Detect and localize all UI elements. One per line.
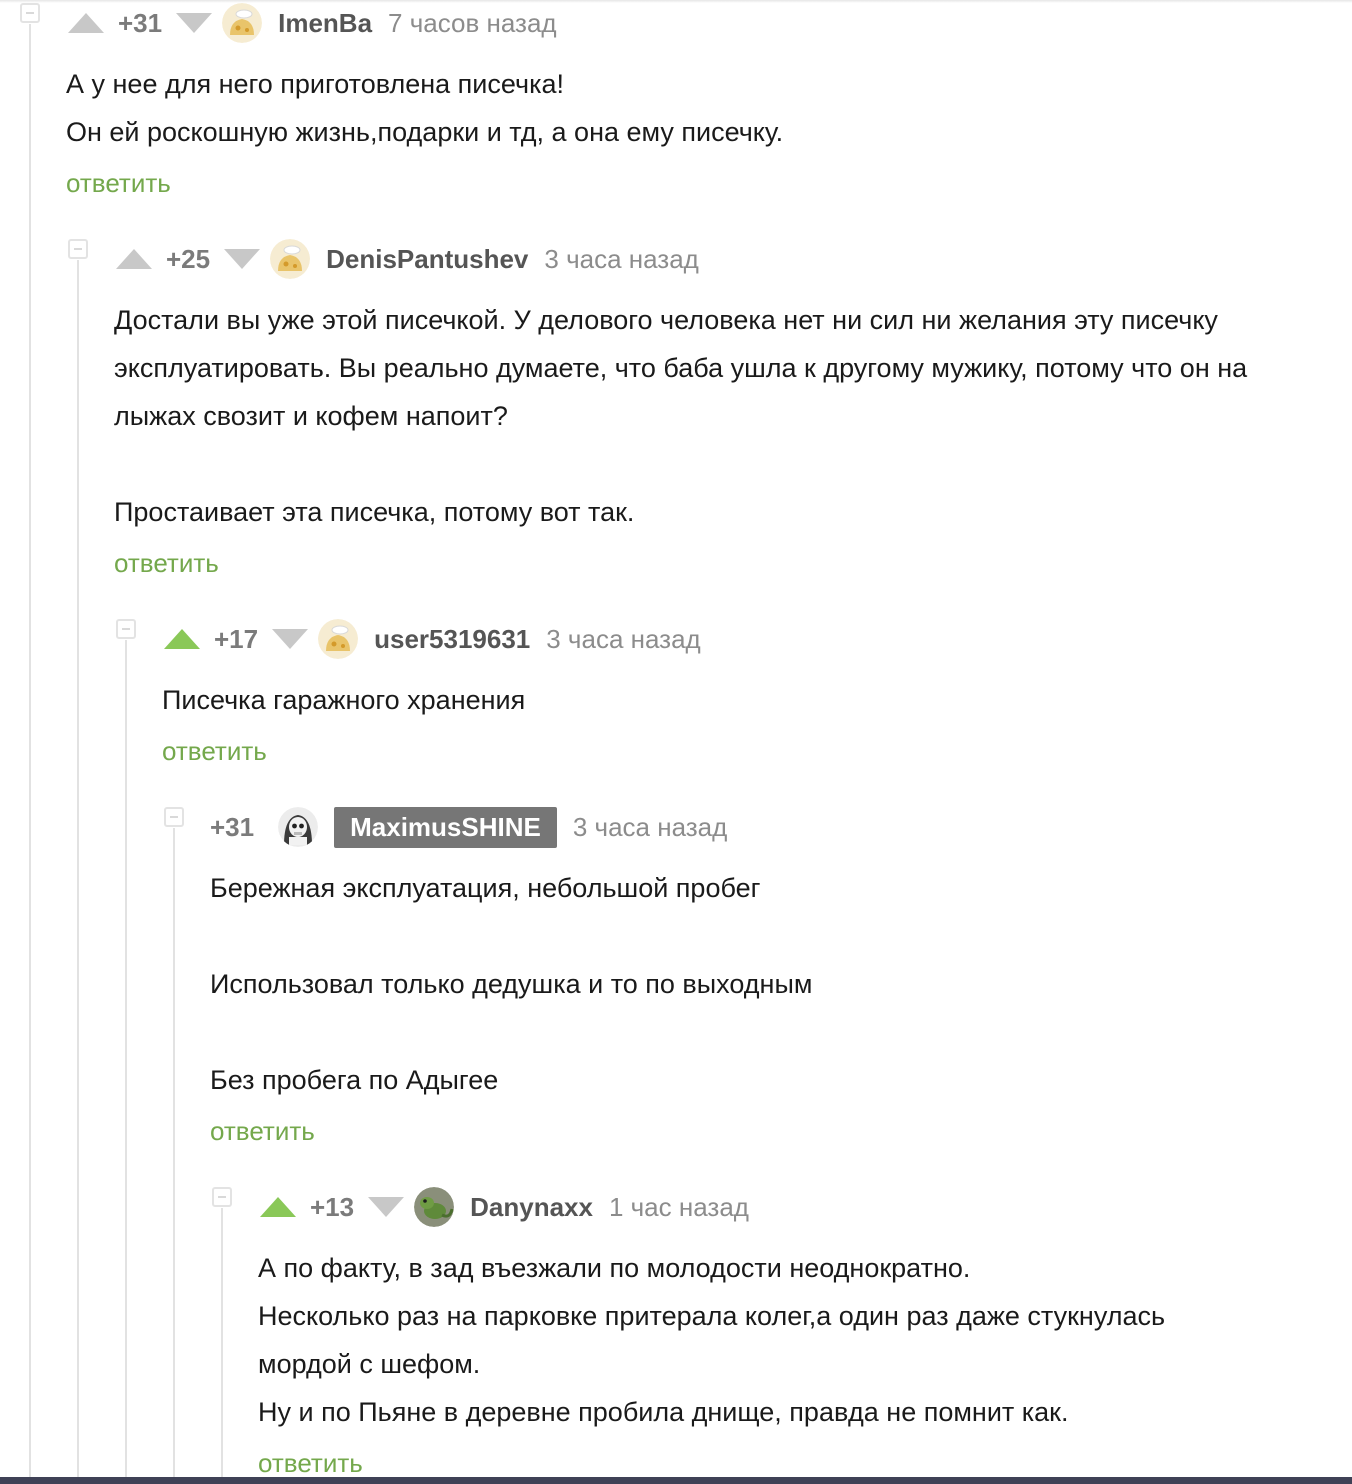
collapse-icon[interactable] bbox=[68, 239, 88, 259]
comment-line: Достали вы уже этой писечкой. У делового… bbox=[114, 305, 1218, 335]
comment-time: 3 часа назад bbox=[572, 811, 728, 842]
thread-line-level-5 bbox=[221, 1208, 223, 1477]
comment-score: +13 bbox=[310, 1191, 355, 1222]
reply-link[interactable]: ответить bbox=[114, 548, 219, 579]
comment-body: Бережная эксплуатация, небольшой пробег … bbox=[210, 864, 812, 1104]
collapse-icon[interactable] bbox=[116, 619, 136, 639]
comment-time: 1 час назад bbox=[608, 1191, 749, 1222]
comment-line: мордой с шефом. bbox=[258, 1349, 481, 1379]
comment-header: +31 MaximusSHINE 3 часа назад bbox=[196, 804, 727, 850]
collapse-icon[interactable] bbox=[164, 807, 184, 827]
downvote-arrow-icon[interactable] bbox=[176, 13, 213, 33]
comment-line: Он ей роскошную жизнь,подарки и тд, а он… bbox=[66, 117, 784, 147]
comment-line: Ну и по Пьяне в деревне пробила днище, п… bbox=[258, 1397, 1069, 1427]
collapse-icon[interactable] bbox=[20, 3, 40, 23]
comment-line: Бережная эксплуатация, небольшой пробег bbox=[210, 873, 761, 903]
comment-line: лыжах свозит и кофем напоит? bbox=[114, 401, 508, 431]
comment-author[interactable]: DenisPantushev bbox=[326, 244, 528, 275]
thread-line-level-4 bbox=[173, 828, 175, 1477]
upvote-arrow-icon[interactable] bbox=[68, 13, 104, 33]
comment-score: +17 bbox=[214, 623, 259, 654]
comment-line: эксплуатировать. Вы реально думаете, что… bbox=[114, 353, 1248, 383]
collapse-icon[interactable] bbox=[212, 1187, 232, 1207]
comment-author[interactable]: MaximusSHINE bbox=[334, 806, 557, 848]
upvote-arrow-icon[interactable] bbox=[260, 1197, 296, 1217]
downvote-arrow-icon[interactable] bbox=[368, 1197, 405, 1217]
downvote-arrow-icon[interactable] bbox=[224, 249, 261, 269]
comment-line: А у нее для него приготовлена писечка! bbox=[66, 69, 564, 99]
reply-link[interactable]: ответить bbox=[162, 736, 267, 767]
comment-line: Использовал только дедушка и то по выход… bbox=[210, 969, 813, 999]
window-bottom-edge bbox=[0, 1477, 1352, 1484]
thread-line-level-3 bbox=[125, 640, 127, 1477]
comment-line: А по факту, в зад въезжали по молодости … bbox=[258, 1253, 971, 1283]
upvote-arrow-icon[interactable] bbox=[116, 249, 152, 269]
comment-body: А у нее для него приготовлена писечка! О… bbox=[66, 60, 783, 156]
upvote-arrow-icon[interactable] bbox=[164, 629, 200, 649]
comment-line: Простаивает эта писечка, потому вот так. bbox=[114, 497, 635, 527]
comment-header: +17 user5319631 3 часа назад bbox=[164, 616, 701, 662]
comment-time: 3 часа назад bbox=[544, 243, 699, 274]
default-avatar-icon[interactable] bbox=[222, 3, 263, 43]
comment-header: +13 Danynaxx 1 час назад bbox=[260, 1184, 749, 1230]
comment-time: 3 часа назад bbox=[546, 623, 701, 654]
downvote-arrow-icon[interactable] bbox=[272, 629, 309, 649]
comment-line: Несколько раз на парковке притерала коле… bbox=[258, 1301, 1166, 1331]
reply-link[interactable]: ответить bbox=[258, 1448, 363, 1479]
comment-score: +31 bbox=[210, 811, 255, 842]
thread-line-level-1 bbox=[29, 24, 31, 1477]
comment-author[interactable]: ImenBa bbox=[278, 8, 372, 39]
reply-link[interactable]: ответить bbox=[66, 168, 171, 199]
comment-line: Без пробега по Адыгее bbox=[210, 1065, 499, 1095]
comment-header: +31 ImenBa 7 часов назад bbox=[68, 0, 557, 46]
comment-score: +25 bbox=[166, 243, 211, 274]
comment-body: Писечка гаражного хранения bbox=[162, 676, 525, 724]
thread-line-level-2 bbox=[77, 260, 79, 1477]
lizard-avatar-icon[interactable] bbox=[414, 1187, 455, 1227]
default-avatar-icon[interactable] bbox=[318, 619, 359, 659]
default-avatar-icon[interactable] bbox=[270, 239, 311, 279]
comment-score: +31 bbox=[118, 7, 163, 38]
reply-link[interactable]: ответить bbox=[210, 1116, 315, 1147]
comment-body: Достали вы уже этой писечкой. У делового… bbox=[114, 296, 1247, 536]
comment-header: +25 DenisPantushev 3 часа назад bbox=[116, 236, 699, 282]
comment-time: 7 часов назад bbox=[388, 7, 557, 38]
comment-body: А по факту, в зад въезжали по молодости … bbox=[258, 1244, 1165, 1436]
comment-author[interactable]: Danynaxx bbox=[470, 1192, 593, 1223]
skull-avatar-icon[interactable] bbox=[278, 807, 319, 847]
comment-author[interactable]: user5319631 bbox=[374, 624, 530, 655]
comment-line: Писечка гаражного хранения bbox=[162, 685, 526, 715]
